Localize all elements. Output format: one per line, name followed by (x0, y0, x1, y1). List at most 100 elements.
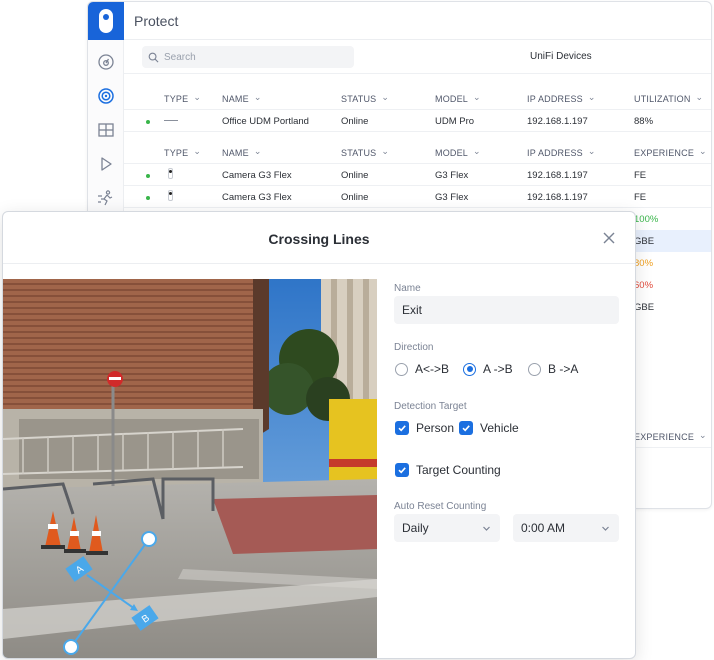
device-name: Camera G3 Flex (222, 170, 292, 181)
app-title: Protect (134, 12, 179, 29)
partial-value: GBE (634, 236, 655, 247)
device-model: UDM Pro (435, 116, 475, 127)
checkmark-icon (459, 421, 473, 435)
checkbox-label: Target Counting (416, 463, 501, 477)
detection-target-label: Detection Target (394, 401, 467, 412)
col-experience[interactable]: EXPERIENCE (634, 148, 707, 159)
direction-option-a-to-b[interactable]: A ->B (463, 362, 513, 376)
tab-unifi-devices[interactable]: UniFi Devices (530, 51, 592, 62)
endpoint-a-marker: A (65, 556, 93, 582)
search-icon (148, 52, 159, 62)
close-icon[interactable] (601, 230, 617, 246)
search-input[interactable]: Search (142, 46, 354, 68)
person-checkbox[interactable]: Person (395, 421, 454, 435)
col-model[interactable]: MODEL (435, 148, 481, 159)
camera-icon[interactable] (96, 86, 116, 106)
device-status: Online (341, 170, 369, 181)
table-row[interactable]: Office UDM Portland Online UDM Pro 192.1… (124, 110, 711, 132)
device-ip: 192.168.1.197 (527, 116, 588, 127)
app-header: Protect (124, 2, 711, 40)
radio-circle (528, 362, 541, 376)
line-end-handle[interactable] (63, 639, 79, 655)
camera-device-icon (168, 190, 173, 201)
crossing-line-overlay[interactable]: A B (3, 279, 377, 659)
checkmark-icon (395, 463, 409, 477)
online-status-dot (146, 174, 150, 178)
modal-header: Crossing Lines (3, 212, 635, 264)
reset-frequency-select[interactable]: Daily (394, 514, 500, 542)
gateway-device-icon (164, 120, 178, 121)
device-status: Online (341, 116, 369, 127)
select-value: 0:00 AM (521, 521, 566, 535)
list-item: GBE (634, 296, 711, 318)
partial-value: 100% (634, 214, 659, 225)
checkbox-label: Vehicle (480, 421, 519, 435)
direction-label: Direction (394, 342, 434, 353)
partial-value: 60% (634, 280, 654, 291)
radio-label: B ->A (548, 362, 579, 376)
protect-logo[interactable] (88, 2, 124, 40)
hidden-rows-column: 100% GBE 80% 60% GBE (634, 208, 711, 328)
dashboard-icon[interactable] (96, 52, 116, 72)
table-header: TYPE NAME STATUS MODEL IP ADDRESS UTILIZ… (124, 88, 711, 110)
device-ip: 192.168.1.197 (527, 170, 588, 181)
app-toolbar: Search UniFi Devices (124, 40, 711, 74)
search-placeholder: Search (164, 51, 196, 63)
camera-snapshot[interactable]: A B (3, 279, 377, 659)
list-item: GBE (634, 230, 711, 252)
select-value: Daily (402, 521, 429, 535)
col-status[interactable]: STATUS (341, 94, 389, 105)
radio-circle-selected (463, 362, 476, 376)
reset-time-select[interactable]: 0:00 AM (513, 514, 619, 542)
target-counting-checkbox[interactable]: Target Counting (395, 463, 501, 477)
grid-icon[interactable] (96, 120, 116, 140)
col-name[interactable]: NAME (222, 94, 262, 105)
table-header: EXPERIENCE (634, 426, 711, 448)
name-field[interactable] (394, 296, 619, 324)
camera-logo-icon (99, 9, 113, 33)
device-status: Online (341, 192, 369, 203)
partial-value: 80% (634, 258, 654, 269)
play-icon[interactable] (96, 154, 116, 174)
line-start-handle[interactable] (141, 531, 157, 547)
list-item: 60% (634, 274, 711, 296)
crossing-lines-modal: Crossing Lines A B Name Exit Direction A… (2, 211, 636, 659)
chevron-down-icon (483, 526, 490, 531)
vehicle-checkbox[interactable]: Vehicle (459, 421, 519, 435)
table-row[interactable]: Camera G3 Flex Online G3 Flex 192.168.1.… (124, 186, 711, 208)
col-ip[interactable]: IP ADDRESS (527, 148, 596, 159)
col-status[interactable]: STATUS (341, 148, 389, 159)
motion-icon[interactable] (96, 188, 116, 208)
col-model[interactable]: MODEL (435, 94, 481, 105)
checkbox-label: Person (416, 421, 455, 435)
device-experience: FE (634, 170, 647, 181)
col-type[interactable]: TYPE (164, 148, 201, 159)
list-item: 80% (634, 252, 711, 274)
col-type[interactable]: TYPE (164, 94, 201, 105)
direction-option-both[interactable]: A<->B (395, 362, 449, 376)
camera-device-icon (168, 168, 173, 179)
device-utilization: 88% (634, 116, 654, 127)
col-experience[interactable]: EXPERIENCE (634, 432, 707, 443)
device-name: Camera G3 Flex (222, 192, 292, 203)
list-item: 100% (634, 208, 711, 230)
device-model: G3 Flex (435, 170, 469, 181)
device-experience: FE (634, 192, 647, 203)
modal-title: Crossing Lines (268, 231, 370, 247)
partial-value: GBE (634, 302, 655, 313)
chevron-down-icon (602, 526, 609, 531)
radio-label: A ->B (483, 362, 513, 376)
col-utilization[interactable]: UTILIZATION (634, 94, 703, 105)
radio-label: A<->B (415, 362, 450, 376)
online-status-dot (146, 120, 150, 124)
device-name: Office UDM Portland (222, 116, 309, 127)
col-name[interactable]: NAME (222, 148, 262, 159)
direction-option-b-to-a[interactable]: B ->A (528, 362, 578, 376)
device-model: G3 Flex (435, 192, 469, 203)
online-status-dot (146, 196, 150, 200)
table-row[interactable]: Camera G3 Flex Online G3 Flex 192.168.1.… (124, 164, 711, 186)
table-header: TYPE NAME STATUS MODEL IP ADDRESS EXPERI… (124, 142, 711, 164)
auto-reset-label: Auto Reset Counting (394, 501, 487, 512)
device-ip: 192.168.1.197 (527, 192, 588, 203)
col-ip[interactable]: IP ADDRESS (527, 94, 596, 105)
